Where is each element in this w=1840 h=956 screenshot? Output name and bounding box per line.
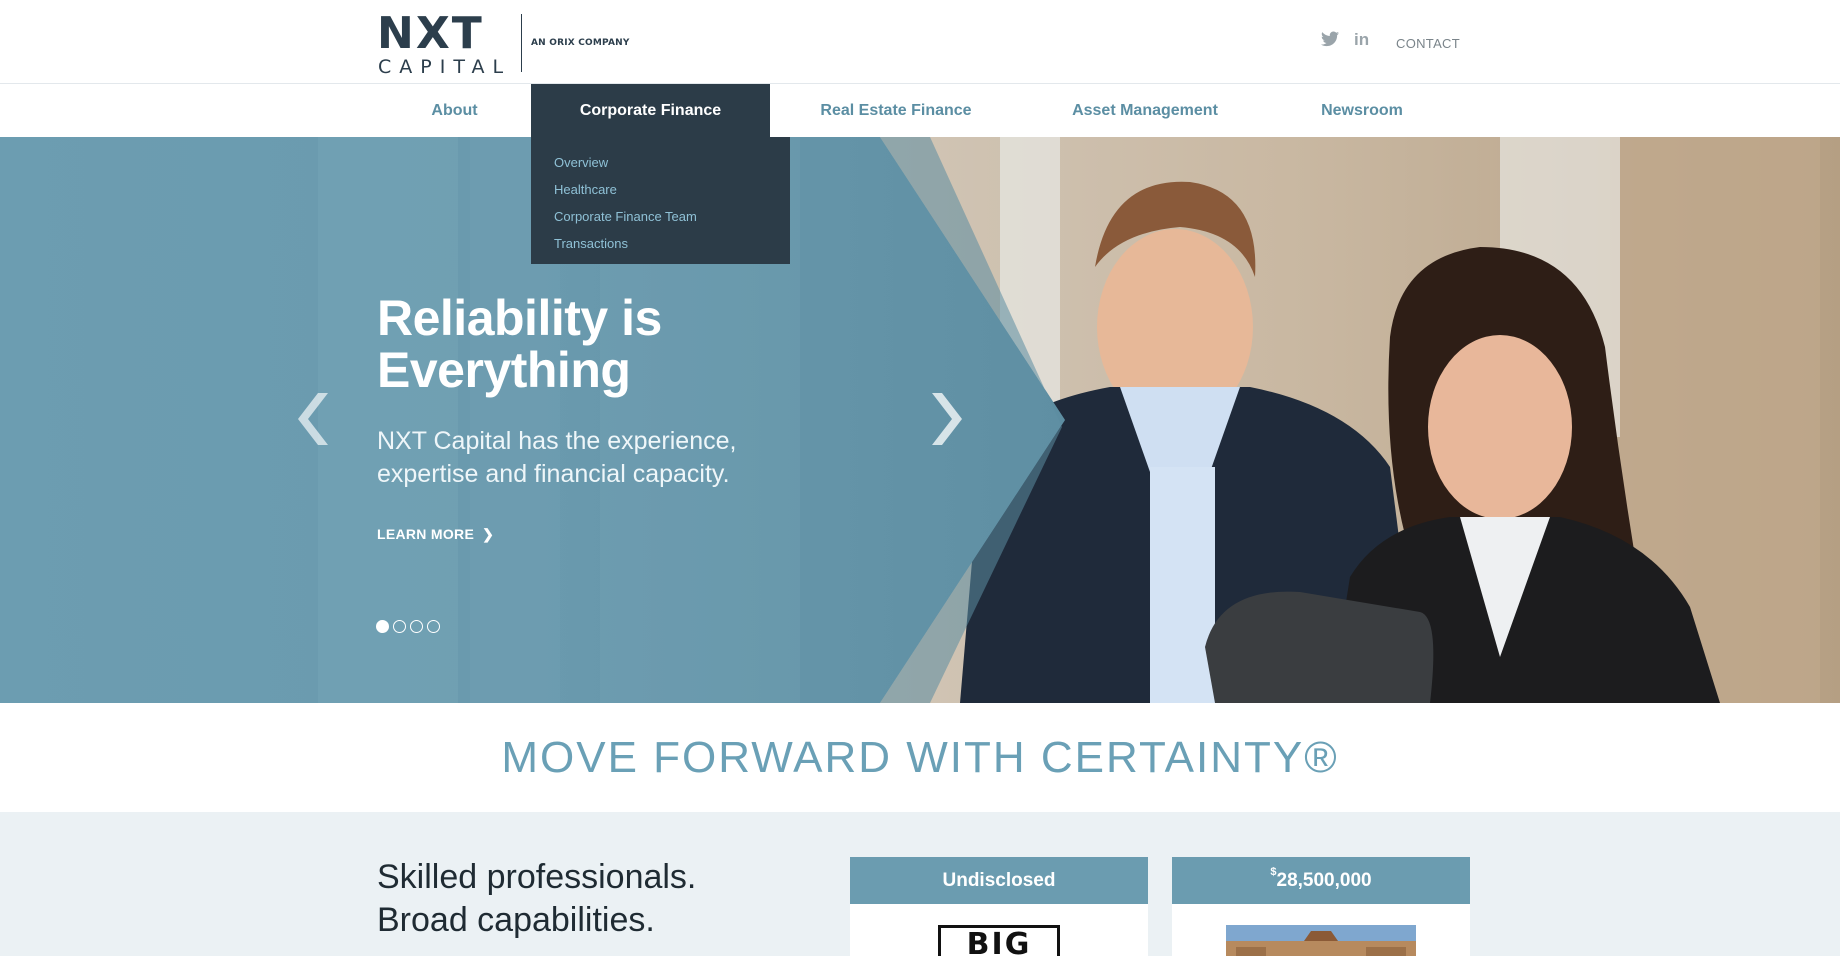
carousel-dot-3[interactable]: [410, 620, 423, 633]
transaction-card[interactable]: Undisclosed BIG: [850, 857, 1148, 956]
chevron-left-icon[interactable]: [290, 391, 330, 447]
carousel-dot-4[interactable]: [427, 620, 440, 633]
dropdown-item-healthcare[interactable]: Healthcare: [531, 176, 790, 203]
capabilities-line: Skilled professionals.: [377, 858, 697, 896]
corporate-finance-dropdown: Overview Healthcare Corporate Finance Te…: [531, 137, 790, 264]
logo-divider: [521, 14, 522, 72]
transaction-card[interactable]: $28,500,000: [1172, 857, 1470, 956]
logo-tagline: AN ORIX COMPANY: [531, 38, 630, 48]
main-nav: About Corporate Finance Real Estate Fina…: [0, 84, 1840, 137]
nav-item-newsroom[interactable]: Newsroom: [1312, 84, 1412, 137]
learn-more-label: LEARN MORE: [377, 526, 475, 542]
hero-photo: [0, 137, 1840, 703]
chevron-right-icon[interactable]: [930, 391, 970, 447]
hero-carousel: Reliability is Everything NXT Capital ha…: [0, 137, 1840, 703]
linkedin-icon[interactable]: in: [1354, 31, 1369, 49]
big-company-logo-text: BIG: [966, 927, 1032, 956]
carousel-pagination: [376, 620, 440, 633]
learn-more-link[interactable]: LEARN MORE ❯: [377, 526, 494, 543]
tagline-text: MOVE FORWARD WITH CERTAINTY®: [501, 733, 1339, 782]
dropdown-item-corporate-finance-team[interactable]: Corporate Finance Team: [531, 203, 790, 230]
transaction-amount: 28,500,000: [1276, 870, 1372, 891]
big-company-logo: BIG: [938, 925, 1060, 956]
nav-item-asset-management[interactable]: Asset Management: [1060, 84, 1230, 137]
logo-wordmark: NXT: [377, 8, 484, 59]
tagline-band: MOVE FORWARD WITH CERTAINTY®: [0, 703, 1840, 812]
property-photo: [1226, 925, 1416, 956]
dropdown-item-transactions[interactable]: Transactions: [531, 230, 790, 257]
hero-subtitle: NXT Capital has the experience, expertis…: [377, 427, 737, 488]
chevron-right-icon: ❯: [482, 526, 495, 542]
hero-title: Reliability is Everything: [377, 290, 662, 398]
logo-subword: CAPITAL: [378, 56, 512, 78]
transaction-card-amount: Undisclosed: [850, 857, 1148, 904]
capabilities-section: Skilled professionals. Broad capabilitie…: [0, 812, 1840, 956]
nav-item-about[interactable]: About: [412, 84, 497, 137]
capabilities-text: Skilled professionals. Broad capabilitie…: [377, 856, 696, 942]
carousel-dot-1[interactable]: [376, 620, 389, 633]
dropdown-item-overview[interactable]: Overview: [531, 149, 790, 176]
nav-item-corporate-finance[interactable]: Corporate Finance: [531, 84, 770, 137]
capabilities-line: Broad capabilities.: [377, 901, 655, 939]
transaction-card-amount: $28,500,000: [1172, 857, 1470, 904]
twitter-icon[interactable]: [1321, 31, 1339, 47]
contact-link[interactable]: CONTACT: [1396, 36, 1460, 51]
nav-item-real-estate-finance[interactable]: Real Estate Finance: [810, 84, 982, 137]
nxt-capital-logo[interactable]: NXT CAPITAL AN ORIX COMPANY: [377, 8, 637, 78]
site-header: NXT CAPITAL AN ORIX COMPANY in CONTACT: [0, 0, 1840, 84]
carousel-dot-2[interactable]: [393, 620, 406, 633]
